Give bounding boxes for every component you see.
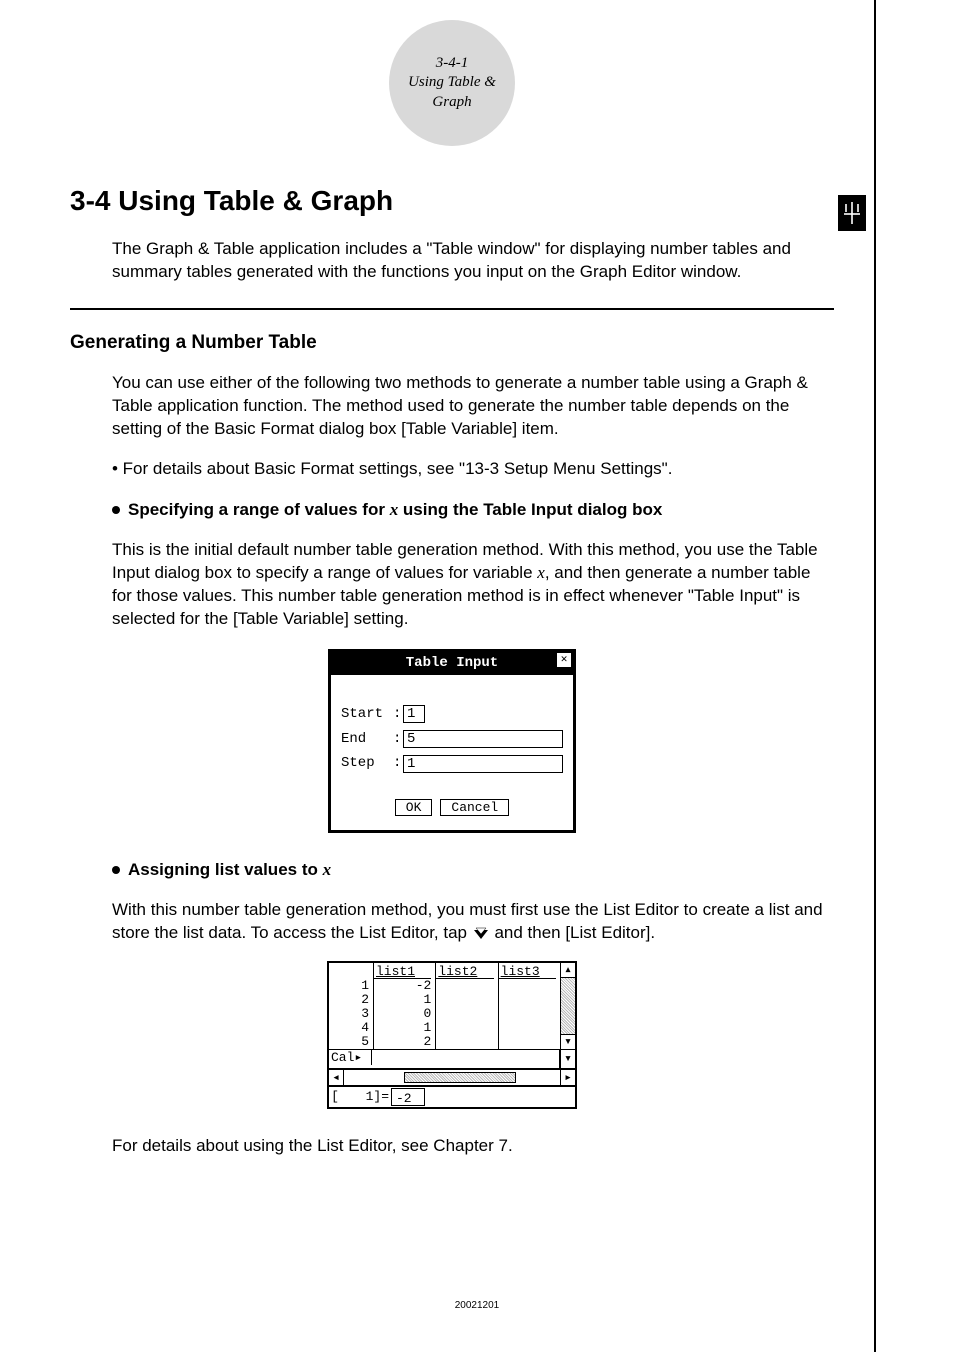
start-field[interactable]: 1 [403, 705, 425, 723]
menu-down-arrow-icon [472, 925, 490, 939]
colon: : [393, 754, 403, 773]
cal-label[interactable]: Cal▸ [329, 1050, 372, 1065]
subheading: Generating a Number Table [70, 330, 834, 356]
bullet-dot-icon [112, 506, 120, 514]
bullet-heading-list: Assigning list values to x [112, 859, 834, 882]
body-paragraph-1: You can use either of the following two … [112, 372, 834, 441]
colon: : [393, 730, 403, 749]
open-bracket: [ [329, 1087, 341, 1107]
para-b-post: and then [List Editor]. [490, 923, 655, 942]
scroll-left-icon[interactable]: ◂ [329, 1070, 344, 1085]
scroll-thumb[interactable] [404, 1072, 516, 1083]
section-title: 3-4 Using Table & Graph [70, 182, 834, 220]
bullet-basic-format: • For details about Basic Format setting… [112, 458, 834, 481]
list-header: list3 [499, 963, 556, 979]
list-cell[interactable]: 2 [374, 1035, 431, 1049]
dialog-row-step: Step : 1 [341, 754, 563, 773]
cancel-button[interactable]: Cancel [440, 799, 509, 816]
intro-paragraph: The Graph & Table application includes a… [112, 238, 834, 284]
table-input-dialog: Table Input ✕ Start : 1 End : 5 S [328, 649, 576, 834]
page-divider-right [874, 0, 876, 1352]
dialog-row-end: End : 5 [341, 730, 563, 749]
bullet-a-pre: Specifying a range of values for [128, 500, 390, 519]
list-cell[interactable]: 1 [374, 993, 431, 1007]
dialog-titlebar: Table Input ✕ [331, 652, 573, 675]
scroll-right-icon[interactable]: ▸ [560, 1070, 575, 1085]
list-cell[interactable]: 1 [374, 1021, 431, 1035]
list-col-2[interactable]: list2 [436, 963, 498, 1049]
start-label: Start [341, 705, 393, 724]
list-cell[interactable]: 0 [374, 1007, 431, 1021]
list-cell[interactable]: -2 [374, 979, 431, 993]
bullet-heading-range: Specifying a range of values for x using… [112, 499, 834, 522]
colon: : [393, 705, 403, 724]
para-b-pre: With this number table generation method… [112, 900, 823, 942]
list-col-1[interactable]: list1 -2 1 0 1 2 [374, 963, 436, 1049]
body-paragraph-b: With this number table generation method… [112, 899, 834, 945]
page-header-circle: 3-4-1 Using Table & Graph [389, 20, 515, 146]
vertical-scrollbar[interactable]: ▴ ▾ [560, 963, 575, 1049]
list-rownum: 4 [329, 1021, 369, 1035]
input-index: 1]= [341, 1087, 391, 1107]
list-rownum: 2 [329, 993, 369, 1007]
list-header: list2 [436, 963, 493, 979]
footer-id: 20021201 [0, 1299, 954, 1313]
bullet-dot-icon [112, 866, 120, 874]
bullet-a-post: using the Table Input dialog box [398, 500, 662, 519]
list-row-numbers: 1 2 3 4 5 [329, 963, 374, 1049]
step-field[interactable]: 1 [403, 755, 563, 773]
closing-paragraph: For details about using the List Editor,… [112, 1135, 834, 1158]
section-divider [70, 308, 834, 310]
end-label: End [341, 730, 393, 749]
scroll-track[interactable] [561, 978, 575, 1034]
list-header: list1 [374, 963, 431, 979]
list-editor-panel: 1 2 3 4 5 list1 -2 1 0 1 2 [327, 961, 577, 1109]
list-rownum: 3 [329, 1007, 369, 1021]
list-rownum: 1 [329, 979, 369, 993]
scroll-down-end-icon[interactable]: ▾ [560, 1050, 575, 1068]
scroll-down-icon[interactable]: ▾ [561, 1034, 575, 1049]
bullet-b-pre: Assigning list values to [128, 860, 323, 879]
variable-x-b: x [323, 860, 332, 879]
list-input-line: [ 1]= -2 [329, 1085, 575, 1107]
page-ref-title: Using Table & Graph [389, 73, 515, 112]
ok-button[interactable]: OK [395, 799, 433, 816]
end-field[interactable]: 5 [403, 730, 563, 748]
step-label: Step [341, 754, 393, 773]
scroll-up-icon[interactable]: ▴ [561, 963, 575, 978]
dialog-title: Table Input [406, 655, 498, 671]
thumb-tab-icon [838, 195, 866, 231]
horizontal-scrollbar[interactable]: ◂ ▸ [329, 1068, 575, 1085]
page-ref: 3-4-1 [436, 54, 469, 74]
body-paragraph-a: This is the initial default number table… [112, 539, 834, 631]
list-col-3[interactable]: list3 [499, 963, 560, 1049]
list-rownum: 5 [329, 1035, 369, 1049]
dialog-row-start: Start : 1 [341, 705, 563, 724]
variable-x-inline: x [537, 563, 545, 582]
close-icon[interactable]: ✕ [557, 653, 571, 667]
input-value-field[interactable]: -2 [391, 1088, 425, 1106]
variable-x: x [390, 500, 399, 519]
